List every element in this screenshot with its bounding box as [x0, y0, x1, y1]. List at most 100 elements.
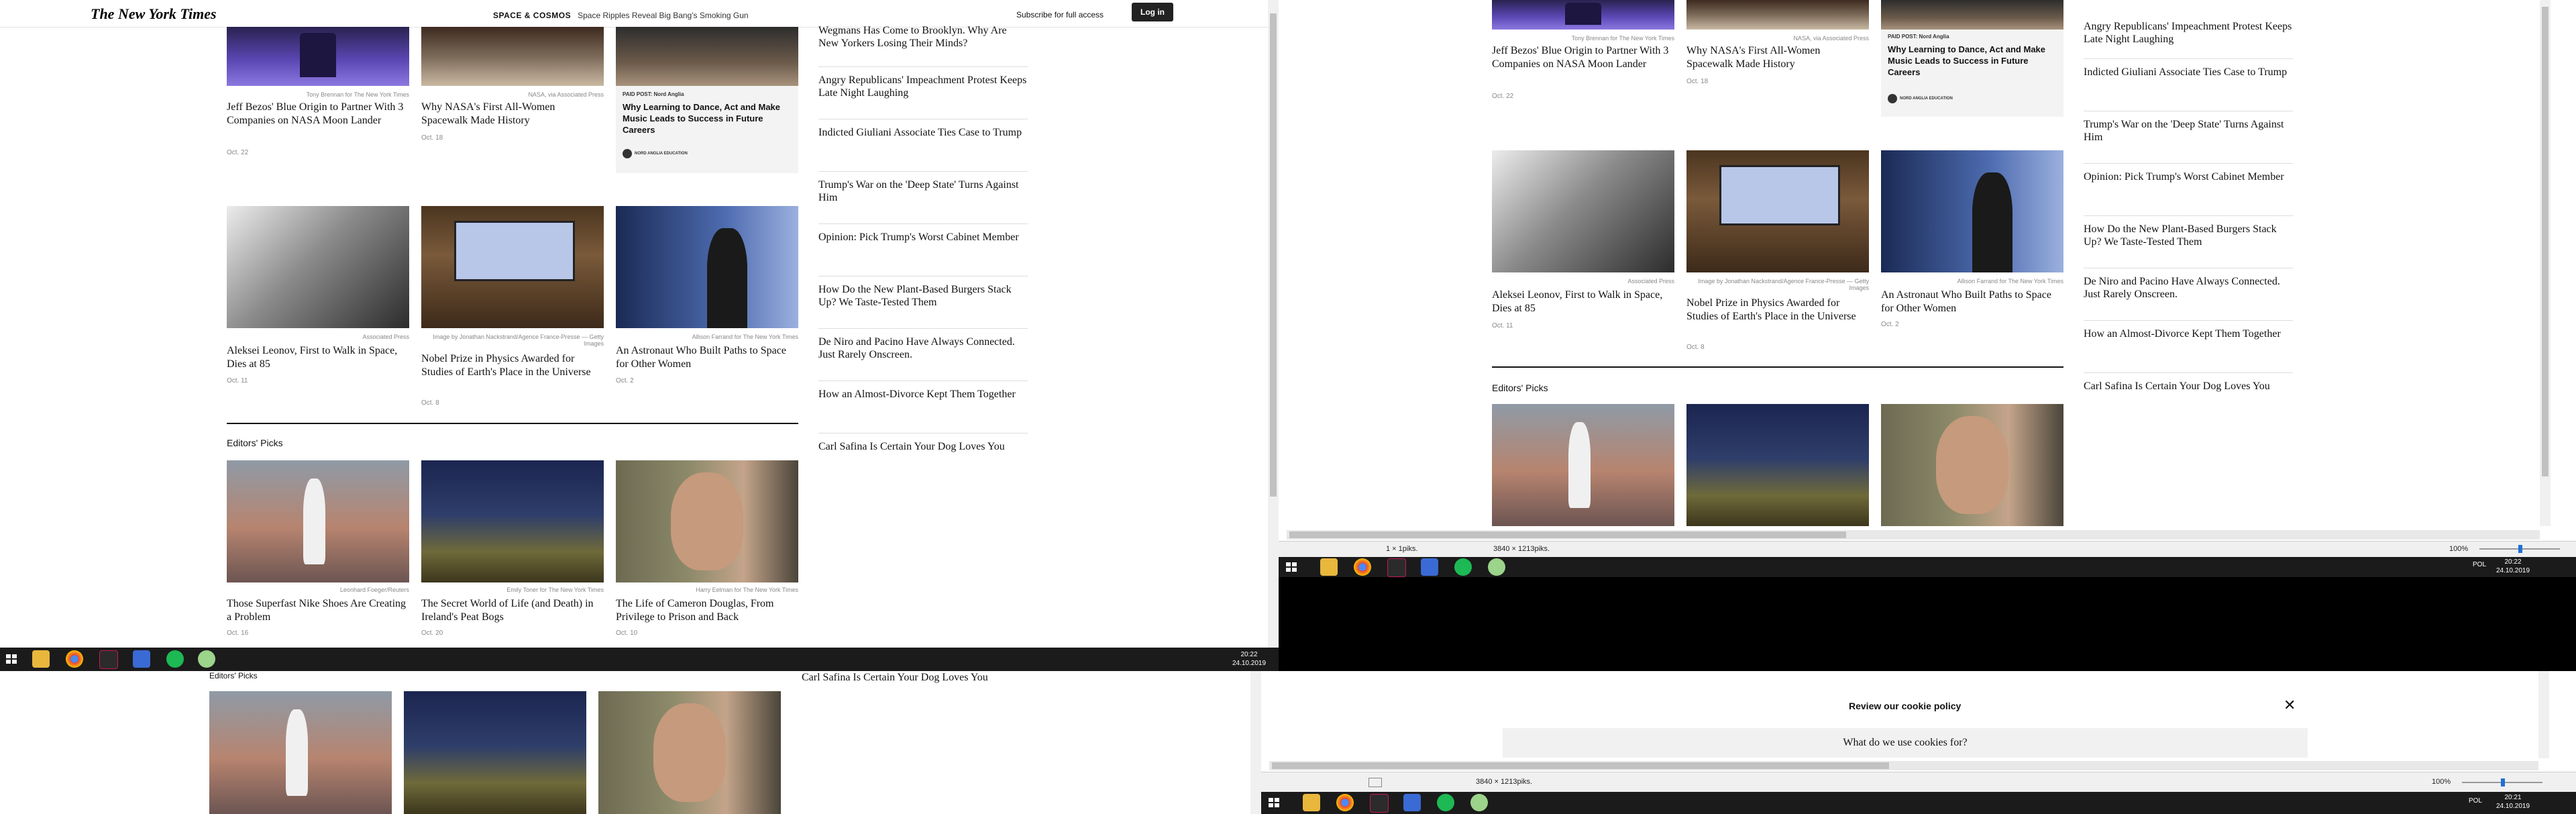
article-headline[interactable]: Jeff Bezos' Blue Origin to Partner With … [227, 101, 409, 127]
file-explorer-icon[interactable] [1303, 794, 1320, 811]
astronaut-article-image[interactable] [1881, 150, 2063, 272]
paid-post-card[interactable]: PAID POST: Nord Anglia Why Learning to D… [616, 27, 798, 173]
bezos-article-image[interactable] [1492, 0, 1674, 30]
subscribe-link[interactable]: Subscribe for full access [1016, 10, 1104, 19]
paid-post-card[interactable]: PAID POST: Nord Anglia Why Learning to D… [1881, 0, 2063, 117]
popular-item[interactable]: How Do the New Plant-Based Burgers Stack… [818, 283, 1028, 329]
popular-item[interactable]: Opinion: Pick Trump's Worst Cabinet Memb… [2084, 170, 2293, 216]
popular-item[interactable]: Trump's War on the 'Deep State' Turns Ag… [818, 179, 1028, 224]
popular-item[interactable]: Carl Safina Is Certain Your Dog Loves Yo… [818, 440, 1028, 474]
popular-item[interactable]: How an Almost-Divorce Kept Them Together [2084, 327, 2293, 373]
cameron-douglas-article-image[interactable] [616, 460, 798, 582]
scrollbar-thumb[interactable] [2542, 7, 2548, 476]
zoom-slider[interactable] [2462, 778, 2542, 786]
article-headline[interactable]: Aleksei Leonov, First to Walk in Space, … [227, 344, 409, 370]
windows-start-icon[interactable] [1265, 794, 1283, 811]
popular-item[interactable]: How an Almost-Divorce Kept Them Together [818, 388, 1028, 434]
system-clock[interactable]: 20:22 24.10.2019 [1229, 651, 1269, 668]
popular-item[interactable]: De Niro and Pacino Have Always Connected… [818, 336, 1028, 381]
section-headline[interactable]: Space Ripples Reveal Big Bang's Smoking … [578, 11, 748, 20]
popular-item[interactable]: Trump's War on the 'Deep State' Turns Ag… [2084, 118, 2293, 164]
settings-icon[interactable] [1470, 794, 1488, 811]
scrollbar-thumb[interactable] [1289, 531, 1846, 538]
peat-bogs-article-image[interactable] [404, 691, 586, 814]
mail-icon[interactable] [133, 650, 150, 668]
spotify-icon[interactable] [1454, 558, 1472, 576]
article-headline[interactable]: An Astronaut Who Built Paths to Space fo… [1881, 289, 2063, 315]
popular-item[interactable]: De Niro and Pacino Have Always Connected… [2084, 275, 2293, 321]
spotify-icon[interactable] [1437, 794, 1454, 811]
paid-post-title[interactable]: Why Learning to Dance, Act and Make Musi… [1888, 44, 2057, 79]
nobel-article-image[interactable] [421, 206, 604, 328]
viewer-horizontal-scrollbar[interactable] [1269, 761, 2538, 770]
vertical-scrollbar[interactable] [1250, 671, 1261, 814]
terminal-icon[interactable] [99, 650, 118, 669]
language-indicator[interactable]: POL [2469, 797, 2482, 806]
nike-shoes-article-image[interactable] [209, 691, 392, 814]
windows-start-icon[interactable] [1283, 558, 1300, 576]
spotify-icon[interactable] [166, 650, 184, 668]
nyt-logo[interactable]: The New York Times [91, 5, 217, 23]
popular-item[interactable]: Angry Republicans' Impeachment Protest K… [2084, 20, 2293, 59]
file-explorer-icon[interactable] [32, 650, 50, 668]
article-headline[interactable]: Nobel Prize in Physics Awarded for Studi… [1686, 297, 1869, 323]
zoom-slider-handle[interactable] [2518, 545, 2522, 553]
settings-icon[interactable] [1488, 558, 1505, 576]
article-headline[interactable]: Why NASA's First All-Women Spacewalk Mad… [1686, 44, 1869, 70]
spacewalk-article-image[interactable] [421, 27, 604, 86]
article-headline[interactable]: An Astronaut Who Built Paths to Space fo… [616, 344, 798, 370]
nike-shoes-article-image[interactable] [1492, 404, 1674, 526]
left-vertical-scrollbar[interactable] [1268, 0, 1279, 648]
zoom-level[interactable]: 100% [2449, 545, 2468, 553]
vertical-scrollbar[interactable] [2538, 671, 2549, 758]
peat-bogs-article-image[interactable] [421, 460, 604, 582]
popular-item[interactable]: Angry Republicans' Impeachment Protest K… [818, 74, 1028, 119]
popular-item[interactable]: Carl Safina Is Certain Your Dog Loves Yo… [802, 671, 1011, 684]
login-button[interactable]: Log in [1132, 3, 1173, 21]
terminal-icon[interactable] [1387, 558, 1406, 577]
cameron-douglas-article-image[interactable] [598, 691, 781, 814]
bezos-article-image[interactable] [227, 27, 409, 86]
popular-item[interactable]: Carl Safina Is Certain Your Dog Loves Yo… [2084, 380, 2293, 413]
astronaut-article-image[interactable] [616, 206, 798, 328]
file-explorer-icon[interactable] [1320, 558, 1338, 576]
popular-item[interactable]: How Do the New Plant-Based Burgers Stack… [2084, 223, 2293, 268]
scrollbar-thumb[interactable] [1272, 762, 1889, 769]
mail-icon[interactable] [1421, 558, 1438, 576]
popular-item[interactable]: Indicted Giuliani Associate Ties Case to… [818, 126, 1028, 172]
nobel-article-image[interactable] [1686, 150, 1869, 272]
zoom-slider-handle[interactable] [2501, 778, 2505, 786]
paid-post-title[interactable]: Why Learning to Dance, Act and Make Musi… [623, 102, 792, 136]
language-indicator[interactable]: POL [2473, 561, 2486, 570]
article-headline[interactable]: Nobel Prize in Physics Awarded for Studi… [421, 352, 604, 378]
mail-icon[interactable] [1403, 794, 1421, 811]
close-icon[interactable]: ✕ [2284, 697, 2296, 714]
settings-icon[interactable] [198, 650, 215, 668]
leonov-article-image[interactable] [1492, 150, 1674, 272]
chrome-icon[interactable] [1354, 558, 1371, 576]
spacewalk-article-image[interactable] [1686, 0, 1869, 30]
popular-item[interactable]: Wegmans Has Come to Brooklyn. Why Are Ne… [818, 24, 1028, 67]
article-headline[interactable]: Why NASA's First All-Women Spacewalk Mad… [421, 101, 604, 127]
system-clock[interactable]: 20:22 24.10.2019 [2493, 558, 2533, 575]
zoom-level[interactable]: 100% [2432, 778, 2451, 786]
viewer-horizontal-scrollbar[interactable] [1287, 530, 2540, 540]
scrollbar-thumb[interactable] [1270, 13, 1277, 497]
article-headline[interactable]: Those Superfast Nike Shoes Are Creating … [227, 597, 409, 623]
windows-start-icon[interactable] [3, 650, 20, 668]
chrome-icon[interactable] [1336, 794, 1354, 811]
peat-bogs-article-image[interactable] [1686, 404, 1869, 526]
popular-item[interactable]: Opinion: Pick Trump's Worst Cabinet Memb… [818, 231, 1028, 276]
popular-item[interactable]: Indicted Giuliani Associate Ties Case to… [2084, 66, 2293, 111]
zoom-slider[interactable] [2479, 545, 2560, 553]
cookie-faq-question[interactable]: What do we use cookies for? [1503, 728, 2308, 758]
terminal-icon[interactable] [1370, 794, 1389, 813]
article-headline[interactable]: Aleksei Leonov, First to Walk in Space, … [1492, 289, 1674, 315]
system-clock[interactable]: 20:21 24.10.2019 [2493, 794, 2533, 811]
article-headline[interactable]: The Life of Cameron Douglas, From Privil… [616, 597, 798, 623]
section-nav[interactable]: SPACE & COSMOS Space Ripples Reveal Big … [493, 9, 749, 21]
chrome-icon[interactable] [66, 650, 83, 668]
viewer-vertical-scrollbar[interactable] [2540, 0, 2551, 526]
leonov-article-image[interactable] [227, 206, 409, 328]
article-headline[interactable]: The Secret World of Life (and Death) in … [421, 597, 604, 623]
